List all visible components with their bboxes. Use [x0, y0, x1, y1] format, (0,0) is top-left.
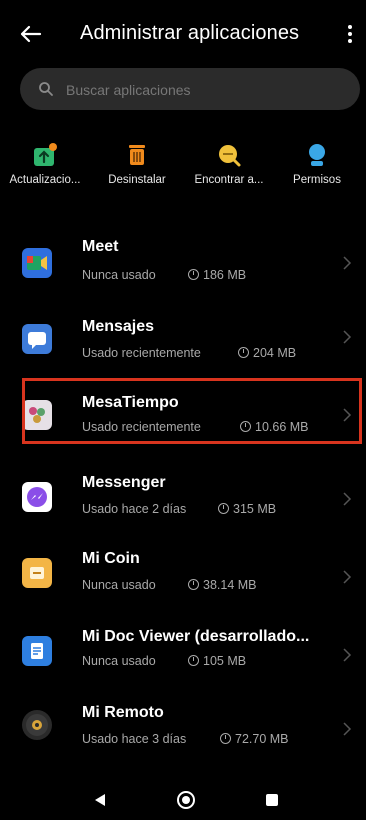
nav-recents-icon[interactable] [265, 793, 279, 807]
page-title: Administrar aplicaciones [80, 22, 300, 44]
trash-icon [124, 142, 150, 168]
action-permissions[interactable]: Permisos [272, 134, 362, 186]
action-label: Permisos [293, 174, 341, 186]
more-options-icon[interactable] [340, 20, 360, 48]
quick-actions: Actualizacio... Desinstalar Encontrar a.… [0, 134, 366, 204]
header: Administrar aplicaciones [0, 0, 366, 66]
app-size: 38.14 MB [188, 578, 257, 592]
mi-doc-viewer-icon [22, 636, 52, 666]
clock-icon [218, 503, 229, 514]
search-input[interactable] [64, 79, 338, 101]
app-size: 315 MB [218, 502, 276, 516]
app-size: 72.70 MB [220, 732, 289, 746]
app-size: 105 MB [188, 654, 246, 668]
list-item-mi-coin[interactable]: Mi Coin Nunca usado 38.14 MB [0, 536, 366, 610]
chevron-right-icon [343, 330, 352, 344]
app-size: 186 MB [188, 268, 246, 282]
nav-home-icon[interactable] [176, 790, 196, 810]
app-name: Mi Doc Viewer (desarrollado... [82, 628, 310, 645]
app-status: Usado recientemente [82, 346, 201, 360]
mi-remote-icon [22, 710, 52, 740]
clock-icon [188, 269, 199, 280]
list-item-messenger[interactable]: Messenger Usado hace 2 días 315 MB [0, 462, 366, 536]
update-icon [32, 142, 58, 168]
chevron-right-icon [343, 648, 352, 662]
messages-icon [22, 324, 52, 354]
action-label: Desinstalar [108, 174, 166, 186]
list-item-meet[interactable]: Meet Nunca usado 186 MB [0, 226, 366, 300]
clock-icon [238, 347, 249, 358]
app-status: Nunca usado [82, 654, 156, 668]
nav-back-icon[interactable] [92, 792, 108, 808]
clock-icon [188, 579, 199, 590]
mi-coin-icon [22, 558, 52, 588]
app-status: Usado hace 2 días [82, 502, 187, 516]
search-app-icon [216, 142, 242, 168]
action-label: Actualizacio... [9, 174, 81, 186]
chevron-right-icon [343, 570, 352, 584]
chevron-right-icon [343, 256, 352, 270]
action-find-apps[interactable]: Encontrar a... [184, 134, 274, 186]
app-status: Nunca usado [82, 578, 156, 592]
app-name: Mensajes [82, 318, 155, 335]
clock-icon [188, 655, 199, 666]
app-status: Nunca usado [82, 268, 156, 282]
permissions-icon [304, 142, 330, 168]
messenger-icon [22, 482, 52, 512]
action-label: Encontrar a... [194, 174, 264, 186]
search-icon [39, 82, 53, 96]
list-item-mi-doc-viewer[interactable]: Mi Doc Viewer (desarrollado... Nunca usa… [0, 614, 366, 688]
app-size: 204 MB [238, 346, 296, 360]
chevron-right-icon [343, 722, 352, 736]
search-bar[interactable] [20, 68, 360, 110]
app-name: Meet [82, 238, 119, 255]
list-item-mensajes[interactable]: Mensajes Usado recientemente 204 MB [0, 300, 366, 374]
clock-icon [220, 733, 231, 744]
app-name: Messenger [82, 474, 166, 491]
app-name: Mi Remoto [82, 704, 164, 721]
meet-icon [22, 248, 52, 278]
highlight-box [22, 378, 362, 444]
back-arrow-icon[interactable] [14, 18, 46, 50]
action-updates[interactable]: Actualizacio... [0, 134, 90, 186]
navigation-bar [0, 780, 366, 820]
action-uninstall[interactable]: Desinstalar [92, 134, 182, 186]
app-status: Usado hace 3 días [82, 732, 187, 746]
chevron-right-icon [343, 492, 352, 506]
app-name: Mi Coin [82, 550, 140, 567]
list-item-mi-remoto[interactable]: Mi Remoto Usado hace 3 días 72.70 MB [0, 690, 366, 764]
